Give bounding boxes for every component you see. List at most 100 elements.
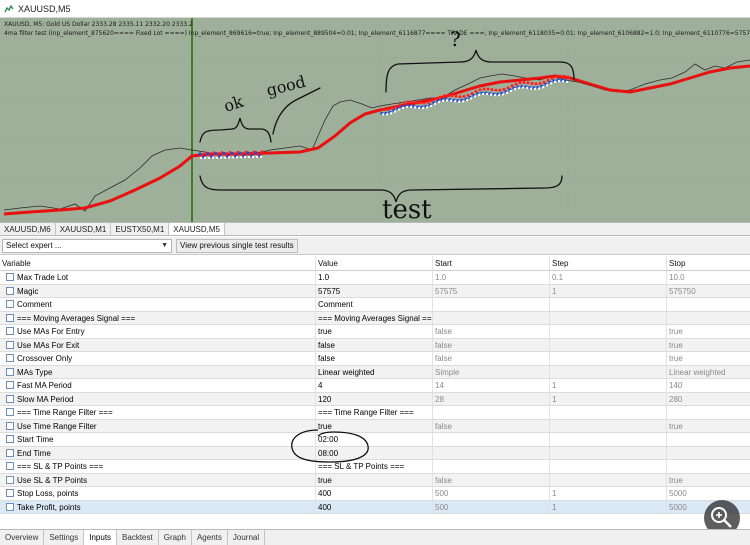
row-checkbox[interactable] bbox=[6, 354, 14, 363]
cell-start[interactable]: false bbox=[433, 419, 550, 432]
table-row[interactable]: Max Trade Lot 1.0 1.0 0.1 10.0 bbox=[0, 271, 750, 285]
cell-step[interactable]: 0.1 bbox=[550, 271, 667, 284]
cell-step[interactable] bbox=[550, 325, 667, 338]
tab-graph[interactable]: Graph bbox=[159, 530, 192, 545]
cell-value[interactable]: 1.0 bbox=[316, 271, 433, 284]
table-row[interactable]: === SL & TP Points === === SL & TP Points… bbox=[0, 460, 750, 474]
cell-value[interactable]: 120 bbox=[316, 392, 433, 405]
cell-start[interactable] bbox=[433, 433, 550, 446]
cell-step[interactable] bbox=[550, 406, 667, 419]
cell-value[interactable]: 4 bbox=[316, 379, 433, 392]
cell-value[interactable]: true bbox=[316, 325, 433, 338]
table-row[interactable]: Take Profit, points 400 500 1 5000 bbox=[0, 500, 750, 514]
cell-value[interactable]: Comment bbox=[316, 298, 433, 311]
cell-start[interactable]: false bbox=[433, 352, 550, 365]
cell-value[interactable]: 400 bbox=[316, 487, 433, 500]
cell-stop[interactable] bbox=[667, 460, 750, 473]
cell-stop[interactable]: Linear weighted bbox=[667, 366, 750, 379]
row-checkbox[interactable] bbox=[6, 327, 14, 336]
cell-step[interactable]: 1 bbox=[550, 284, 667, 297]
cell-step[interactable] bbox=[550, 419, 667, 432]
cell-start[interactable]: 500 bbox=[433, 487, 550, 500]
cell-stop[interactable]: true bbox=[667, 474, 750, 487]
chart-tab-4[interactable]: XAUUSD,M5 bbox=[169, 223, 225, 235]
cell-value[interactable]: false bbox=[316, 352, 433, 365]
cell-value[interactable]: 57575 bbox=[316, 284, 433, 297]
row-checkbox[interactable] bbox=[6, 367, 14, 376]
cell-step[interactable] bbox=[550, 298, 667, 311]
table-row[interactable]: === Time Range Filter === === Time Range … bbox=[0, 406, 750, 420]
cell-start[interactable]: 57575 bbox=[433, 284, 550, 297]
cell-stop[interactable]: true bbox=[667, 420, 750, 433]
cell-value[interactable]: true bbox=[316, 419, 433, 432]
cell-start[interactable]: false bbox=[433, 325, 550, 338]
row-checkbox[interactable] bbox=[6, 286, 14, 295]
column-header-step[interactable]: Step bbox=[550, 256, 667, 270]
cell-value[interactable]: 400 bbox=[316, 500, 433, 513]
cell-start[interactable]: false bbox=[433, 473, 550, 486]
row-checkbox[interactable] bbox=[6, 489, 14, 498]
cell-stop[interactable]: true bbox=[667, 352, 750, 365]
table-row[interactable]: Use SL & TP Points true false true bbox=[0, 473, 750, 487]
cell-step[interactable] bbox=[550, 460, 667, 473]
cell-step[interactable]: 1 bbox=[550, 487, 667, 500]
cell-stop[interactable] bbox=[667, 447, 750, 460]
table-row[interactable]: === Moving Averages Signal === === Moving… bbox=[0, 311, 750, 325]
cell-step[interactable]: 1 bbox=[550, 392, 667, 405]
row-checkbox[interactable] bbox=[6, 448, 14, 457]
expert-select[interactable]: Select expert ... ▼ bbox=[2, 238, 172, 253]
table-row[interactable]: Start Time 02:00 bbox=[0, 433, 750, 447]
cell-value[interactable]: === Time Range Filter === bbox=[316, 406, 433, 419]
cell-start[interactable]: 28 bbox=[433, 392, 550, 405]
cell-stop[interactable] bbox=[667, 406, 750, 419]
cell-stop[interactable] bbox=[667, 312, 750, 325]
row-checkbox[interactable] bbox=[6, 462, 14, 471]
cell-step[interactable] bbox=[550, 311, 667, 324]
cell-start[interactable] bbox=[433, 298, 550, 311]
cell-start[interactable] bbox=[433, 446, 550, 459]
table-row[interactable]: Fast MA Period 4 14 1 140 bbox=[0, 379, 750, 393]
row-checkbox[interactable] bbox=[6, 340, 14, 349]
cell-start[interactable] bbox=[433, 406, 550, 419]
tab-agents[interactable]: Agents bbox=[192, 530, 228, 545]
row-checkbox[interactable] bbox=[6, 273, 14, 282]
cell-stop[interactable]: 10.0 bbox=[667, 271, 750, 284]
chart-tab-2[interactable]: XAUUSD,M1 bbox=[56, 223, 112, 235]
tab-overview[interactable]: Overview bbox=[0, 530, 45, 545]
cell-step[interactable] bbox=[550, 338, 667, 351]
table-row[interactable]: Use MAs For Exit false false true bbox=[0, 338, 750, 352]
cell-start[interactable]: false bbox=[433, 338, 550, 351]
cell-value[interactable]: === Moving Averages Signal === bbox=[316, 311, 433, 324]
row-checkbox[interactable] bbox=[6, 502, 14, 511]
column-header-start[interactable]: Start bbox=[433, 256, 550, 270]
cell-stop[interactable]: 5000 bbox=[667, 487, 750, 500]
tab-journal[interactable]: Journal bbox=[228, 530, 266, 545]
cell-value[interactable]: 02:00 bbox=[316, 433, 433, 446]
column-header-value[interactable]: Value bbox=[316, 256, 433, 270]
table-row[interactable]: Magic 57575 57575 1 575750 bbox=[0, 284, 750, 298]
table-row[interactable]: End Time 08:00 bbox=[0, 446, 750, 460]
cell-stop[interactable]: true bbox=[667, 339, 750, 352]
cell-step[interactable] bbox=[550, 365, 667, 378]
column-header-stop[interactable]: Stop bbox=[667, 256, 750, 270]
cell-value[interactable]: false bbox=[316, 338, 433, 351]
cell-step[interactable]: 1 bbox=[550, 379, 667, 392]
tab-settings[interactable]: Settings bbox=[44, 530, 85, 545]
cell-stop[interactable]: 575750 bbox=[667, 285, 750, 298]
table-row[interactable]: Comment Comment bbox=[0, 298, 750, 312]
row-checkbox[interactable] bbox=[6, 408, 14, 417]
row-checkbox[interactable] bbox=[6, 381, 14, 390]
tab-backtest[interactable]: Backtest bbox=[117, 530, 159, 545]
cell-stop[interactable] bbox=[667, 298, 750, 311]
table-row[interactable]: Stop Loss, points 400 500 1 5000 bbox=[0, 487, 750, 501]
cell-stop[interactable] bbox=[667, 433, 750, 446]
cell-start[interactable]: Simple bbox=[433, 365, 550, 378]
cell-step[interactable]: 1 bbox=[550, 500, 667, 513]
cell-step[interactable] bbox=[550, 352, 667, 365]
cell-value[interactable]: true bbox=[316, 473, 433, 486]
cell-step[interactable] bbox=[550, 433, 667, 446]
cell-start[interactable]: 500 bbox=[433, 500, 550, 513]
chart-tab-1[interactable]: XAUUSD,M6 bbox=[0, 223, 56, 235]
row-checkbox[interactable] bbox=[6, 435, 14, 444]
column-header-variable[interactable]: Variable bbox=[0, 256, 316, 270]
